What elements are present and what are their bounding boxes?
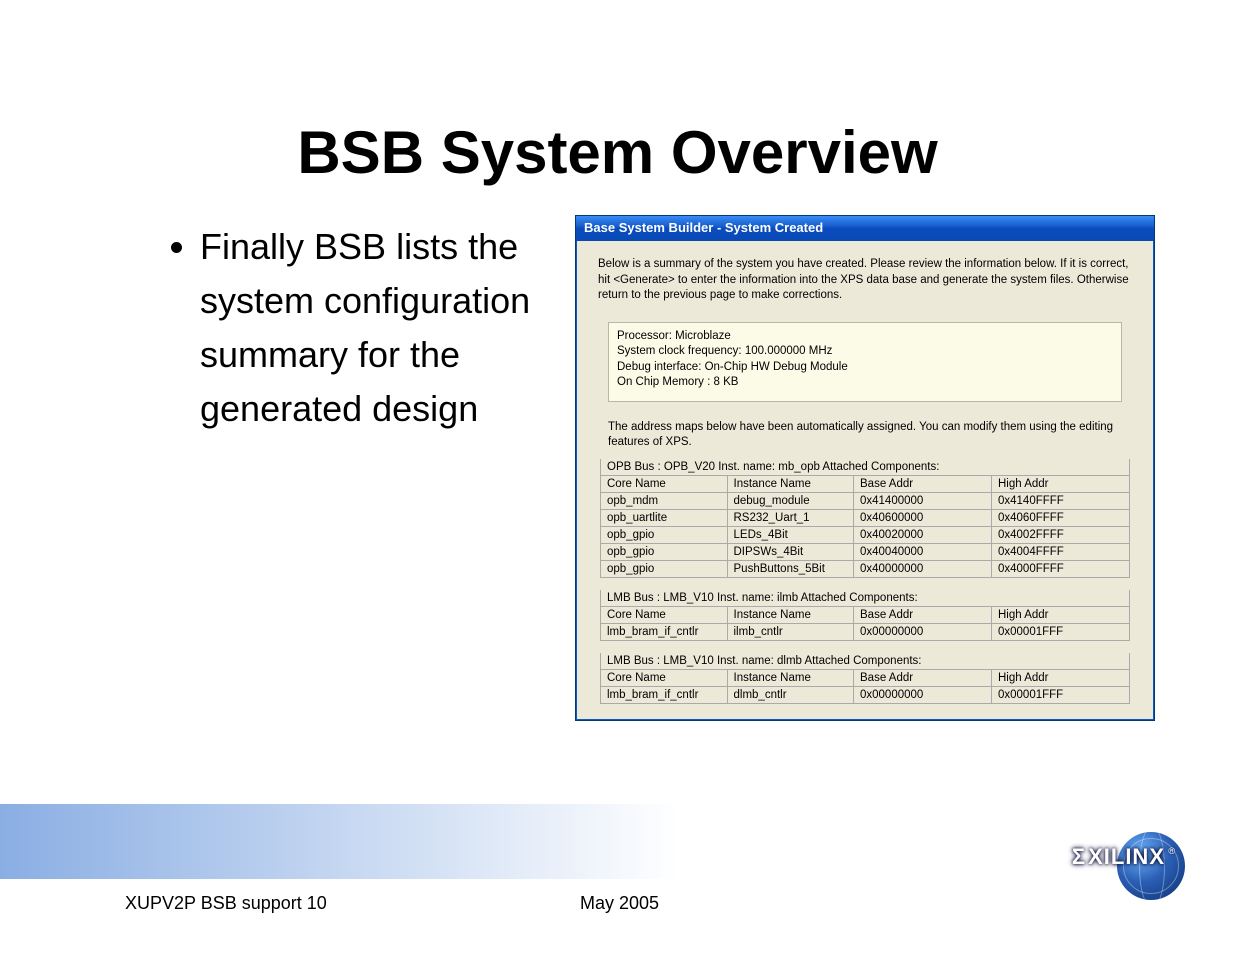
table-col-header: Core Name	[601, 606, 728, 623]
dlmb-bus-table: LMB Bus : LMB_V10 Inst. name: dlmb Attac…	[600, 653, 1130, 704]
table-col-header: Base Addr	[854, 669, 992, 686]
sigma-icon: Σ	[1072, 844, 1086, 869]
window-titlebar: Base System Builder - System Created	[576, 216, 1154, 241]
table-col-header: Instance Name	[727, 475, 854, 492]
summary-processor: Processor: Microblaze	[617, 329, 1113, 345]
table-col-header: Core Name	[601, 669, 728, 686]
bullet-list: Finally BSB lists the system configurati…	[160, 220, 560, 436]
table-row: opb_gpio LEDs_4Bit 0x40020000 0x4002FFFF	[601, 526, 1130, 543]
globe-icon	[1117, 832, 1185, 900]
table-row: lmb_bram_if_cntlr ilmb_cntlr 0x00000000 …	[601, 623, 1130, 640]
xilinx-logo-text: ΣXILINX	[1072, 844, 1165, 870]
intro-text: Below is a summary of the system you hav…	[598, 257, 1132, 304]
summary-debug: Debug interface: On-Chip HW Debug Module	[617, 360, 1113, 376]
table-row: opb_gpio PushButtons_5Bit 0x40000000 0x4…	[601, 560, 1130, 577]
ilmb-bus-table: LMB Bus : LMB_V10 Inst. name: ilmb Attac…	[600, 590, 1130, 641]
table-col-header: High Addr	[992, 606, 1130, 623]
table-row: opb_uartlite RS232_Uart_1 0x40600000 0x4…	[601, 509, 1130, 526]
table-col-header: High Addr	[992, 475, 1130, 492]
footer-date: May 2005	[580, 893, 659, 914]
summary-memory: On Chip Memory : 8 KB	[617, 375, 1113, 391]
footer-left: XUPV2P BSB support 10	[125, 893, 327, 914]
table-col-header: High Addr	[992, 669, 1130, 686]
bsb-window: Base System Builder - System Created Bel…	[575, 215, 1155, 721]
table-row: opb_mdm debug_module 0x41400000 0x4140FF…	[601, 492, 1130, 509]
table-col-header: Base Addr	[854, 606, 992, 623]
table-row: opb_gpio DIPSWs_4Bit 0x40040000 0x4004FF…	[601, 543, 1130, 560]
xilinx-logo: ΣXILINX ®	[1055, 836, 1185, 900]
bullet-item: Finally BSB lists the system configurati…	[200, 220, 560, 436]
slide-title: BSB System Overview	[0, 118, 1235, 187]
dlmb-bus-header: LMB Bus : LMB_V10 Inst. name: dlmb Attac…	[601, 653, 1130, 670]
system-summary-box: Processor: Microblaze System clock frequ…	[608, 322, 1122, 402]
background-wash	[0, 804, 1235, 879]
table-col-header: Base Addr	[854, 475, 992, 492]
table-col-header: Instance Name	[727, 606, 854, 623]
ilmb-bus-header: LMB Bus : LMB_V10 Inst. name: ilmb Attac…	[601, 590, 1130, 607]
opb-bus-table: OPB Bus : OPB_V20 Inst. name: mb_opb Att…	[600, 459, 1130, 578]
registered-mark: ®	[1168, 846, 1175, 856]
address-map-note: The address maps below have been automat…	[608, 420, 1132, 451]
window-body: Below is a summary of the system you hav…	[576, 241, 1154, 720]
table-col-header: Core Name	[601, 475, 728, 492]
table-col-header: Instance Name	[727, 669, 854, 686]
opb-bus-header: OPB Bus : OPB_V20 Inst. name: mb_opb Att…	[601, 459, 1130, 476]
summary-clock: System clock frequency: 100.000000 MHz	[617, 344, 1113, 360]
table-row: lmb_bram_if_cntlr dlmb_cntlr 0x00000000 …	[601, 686, 1130, 703]
